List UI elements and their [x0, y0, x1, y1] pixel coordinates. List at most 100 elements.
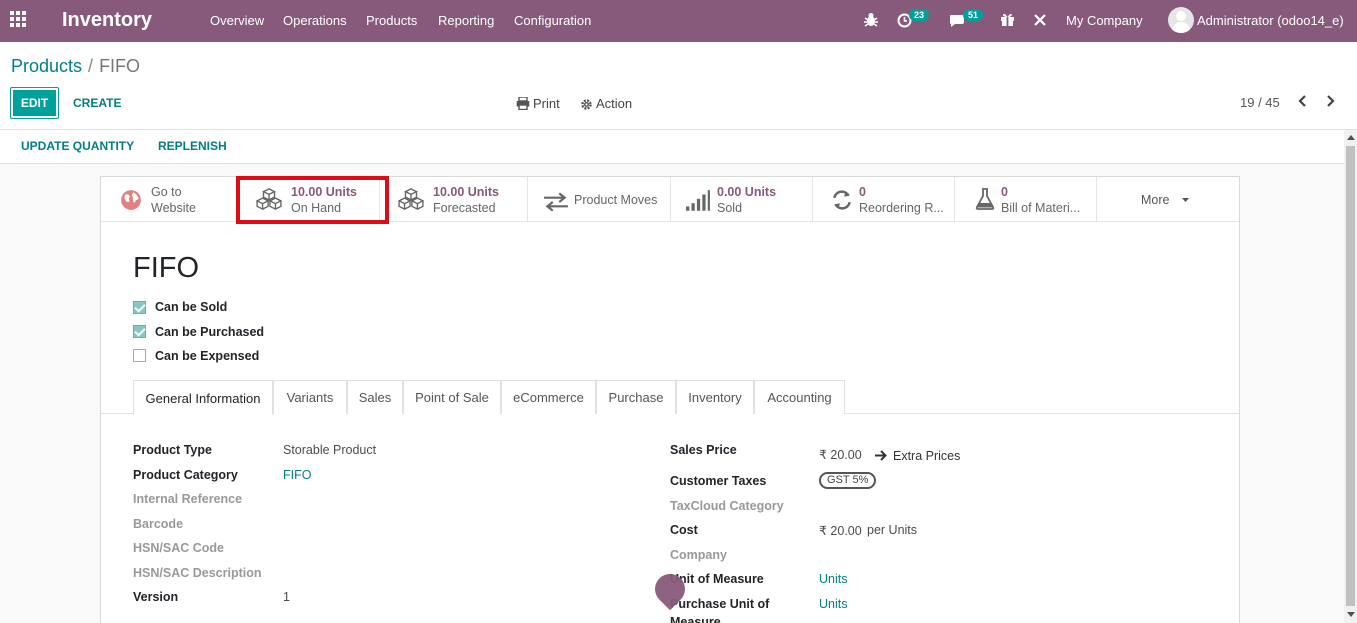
- hsn-description-label: HSN/SAC Description: [133, 566, 262, 580]
- menu-overview[interactable]: Overview: [210, 13, 264, 28]
- sold-smart-button[interactable]: 0.00 Units Sold: [671, 177, 813, 221]
- print-button[interactable]: Print: [533, 96, 560, 111]
- internal-reference-label: Internal Reference: [133, 492, 243, 506]
- cost-field[interactable]: ₹ 20.00: [819, 523, 862, 538]
- company-label: Company: [670, 548, 727, 562]
- sold-value: 0.00 Units: [717, 185, 777, 199]
- gst-tax-tag[interactable]: GST 5%: [819, 472, 877, 489]
- caret-down-icon: [1182, 198, 1189, 202]
- reordering-value: 0: [859, 185, 866, 199]
- tab-general-information[interactable]: General Information: [133, 380, 273, 415]
- reordering-rules-smart-button[interactable]: 0 Reordering R...: [813, 177, 955, 221]
- top-navbar: Inventory Overview Operations Products R…: [0, 0, 1357, 42]
- gift-icon[interactable]: [1000, 12, 1015, 27]
- pager-counter[interactable]: 19 / 45: [1240, 95, 1280, 110]
- debug-bug-icon[interactable]: [864, 12, 878, 28]
- breadcrumb: Products / FIFO: [11, 56, 140, 77]
- sales-price-field[interactable]: ₹ 20.00: [819, 447, 862, 462]
- activity-count-badge: 23: [909, 9, 930, 21]
- breadcrumb-separator: /: [88, 56, 94, 76]
- bom-label: Bill of Materi...: [1001, 201, 1081, 215]
- bom-value: 0: [1001, 185, 1008, 199]
- control-panel: Products / FIFO EDIT CREATE Print Action 1…: [0, 42, 1357, 130]
- scroll-down-arrow[interactable]: [1347, 612, 1355, 617]
- product-category-field[interactable]: FIFO: [283, 468, 311, 482]
- sold-label: Sold: [717, 201, 743, 215]
- forecasted-smart-button[interactable]: 10.00 Units Forecasted: [380, 177, 528, 221]
- extra-prices-button[interactable]: Extra Prices: [893, 449, 960, 463]
- can-be-expensed-checkbox[interactable]: [133, 349, 146, 362]
- product-moves-smart-button[interactable]: Product Moves: [528, 177, 671, 221]
- replenish-button[interactable]: REPLENISH: [158, 139, 227, 153]
- can-be-sold-label: Can be Sold: [155, 300, 228, 314]
- exchange-arrows-icon: [544, 192, 568, 212]
- product-name[interactable]: FIFO: [133, 252, 199, 285]
- action-button[interactable]: Action: [596, 96, 632, 111]
- menu-reporting[interactable]: Reporting: [438, 13, 494, 28]
- menu-operations[interactable]: Operations: [283, 13, 347, 28]
- tab-inventory[interactable]: Inventory: [676, 380, 754, 414]
- page-scrollbar[interactable]: [1344, 130, 1357, 623]
- print-icon[interactable]: [516, 97, 530, 110]
- tab-sales[interactable]: Sales: [347, 380, 403, 414]
- cubes-icon: [398, 188, 424, 210]
- form-sheet: Go to Website 10.00 Units On Hand 10.00 …: [100, 176, 1240, 623]
- purchase-uom-field[interactable]: Units: [819, 597, 847, 611]
- user-avatar[interactable]: [1168, 7, 1194, 33]
- flask-icon: [975, 188, 995, 210]
- reordering-label: Reordering R...: [859, 201, 944, 215]
- tools-icon[interactable]: [1033, 13, 1047, 27]
- menu-configuration[interactable]: Configuration: [514, 13, 591, 28]
- product-type-label: Product Type: [133, 443, 212, 457]
- signal-bars-icon: [686, 190, 710, 211]
- purchase-uom-label-line2: Measure: [670, 615, 721, 623]
- product-category-label: Product Category: [133, 468, 238, 482]
- messages-count-badge: 51: [963, 9, 984, 21]
- company-switcher[interactable]: My Company: [1066, 13, 1143, 28]
- can-be-sold-checkbox[interactable]: [133, 301, 146, 314]
- edit-button[interactable]: EDIT: [10, 87, 59, 119]
- menu-products[interactable]: Products: [366, 13, 417, 28]
- pager-next-icon[interactable]: [1323, 94, 1337, 108]
- apps-menu-icon[interactable]: [10, 11, 30, 31]
- product-moves-label: Product Moves: [574, 193, 658, 207]
- version-field[interactable]: 1: [283, 590, 290, 604]
- bill-of-materials-smart-button[interactable]: 0 Bill of Materi...: [955, 177, 1097, 221]
- hsn-code-label: HSN/SAC Code: [133, 541, 224, 555]
- arrow-right-icon: [875, 450, 887, 461]
- create-button[interactable]: CREATE: [73, 96, 121, 110]
- barcode-label: Barcode: [133, 517, 184, 531]
- can-be-purchased-checkbox[interactable]: [133, 325, 146, 338]
- tab-ecommerce[interactable]: eCommerce: [501, 380, 596, 414]
- gear-icon[interactable]: [580, 98, 593, 111]
- notebook-tabs: General Information Variants Sales Point…: [101, 380, 1239, 415]
- can-be-expensed-label: Can be Expensed: [155, 349, 260, 363]
- more-smart-button[interactable]: More: [1097, 177, 1239, 221]
- website-label-line2: Website: [151, 201, 196, 215]
- form-statusbar: UPDATE QUANTITY REPLENISH: [0, 130, 1344, 164]
- app-title[interactable]: Inventory: [62, 9, 152, 32]
- user-menu[interactable]: Administrator (odoo14_e): [1197, 13, 1344, 28]
- tab-purchase[interactable]: Purchase: [596, 380, 676, 414]
- unit-of-measure-field[interactable]: Units: [819, 572, 847, 586]
- product-type-field[interactable]: Storable Product: [283, 443, 376, 457]
- tab-variants[interactable]: Variants: [273, 380, 347, 414]
- customer-taxes-label: Customer Taxes: [670, 474, 767, 488]
- scroll-up-arrow[interactable]: [1347, 135, 1355, 140]
- scroll-thumb[interactable]: [1346, 146, 1355, 606]
- website-label-line1: Go to: [151, 185, 182, 199]
- website-smart-button[interactable]: Go to Website: [101, 177, 238, 221]
- cost-label: Cost: [670, 523, 698, 537]
- breadcrumb-products[interactable]: Products: [11, 56, 82, 76]
- cost-unit: per Units: [867, 523, 918, 537]
- purchase-uom-label: Purchase Unit of: [670, 597, 770, 611]
- update-quantity-button[interactable]: UPDATE QUANTITY: [21, 139, 134, 153]
- tab-accounting[interactable]: Accounting: [754, 380, 845, 414]
- tab-point-of-sale[interactable]: Point of Sale: [403, 380, 501, 414]
- on-hand-highlight-box: [236, 176, 389, 224]
- forecasted-value: 10.00 Units: [433, 185, 500, 199]
- taxcloud-category-label: TaxCloud Category: [670, 499, 784, 513]
- version-label: Version: [133, 590, 179, 604]
- sales-price-label: Sales Price: [670, 443, 737, 457]
- pager-previous-icon[interactable]: [1296, 94, 1310, 108]
